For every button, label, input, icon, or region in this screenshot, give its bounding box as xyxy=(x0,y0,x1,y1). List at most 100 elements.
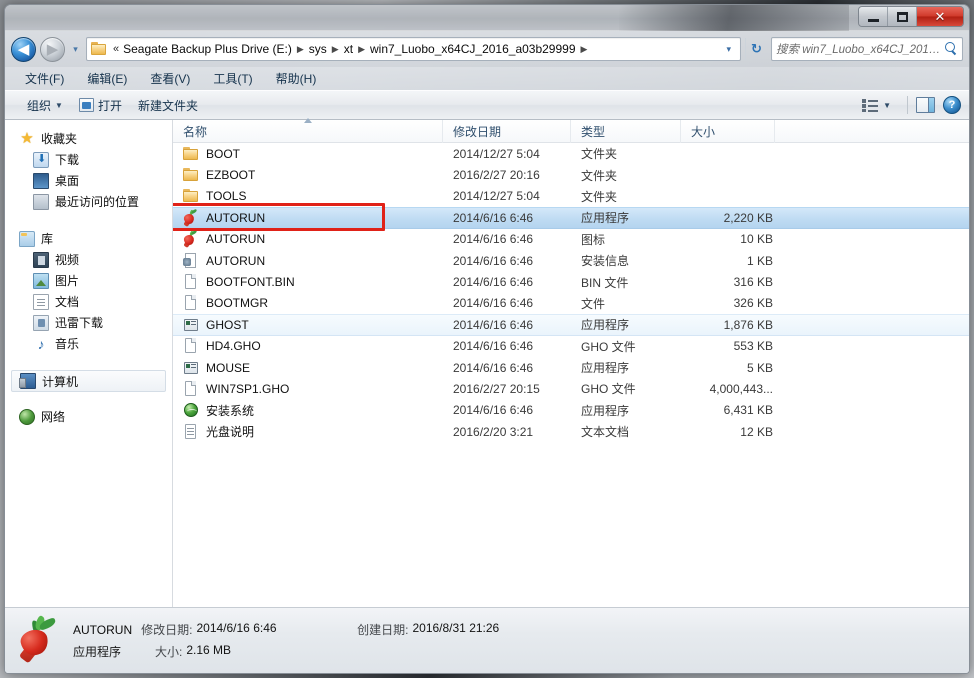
breadcrumb-overflow[interactable]: « xyxy=(110,41,120,57)
column-header-size[interactable]: 大小 xyxy=(681,120,775,143)
file-name: AUTORUN xyxy=(206,211,265,225)
sidebar-item-music[interactable]: ♪ 音乐 xyxy=(5,333,172,354)
table-row[interactable]: BOOTFONT.BIN2014/6/16 6:46BIN 文件316 KB xyxy=(173,271,969,292)
column-header-type[interactable]: 类型 xyxy=(571,120,681,143)
menu-item-tools[interactable]: 工具(T) xyxy=(210,68,255,89)
column-header-date[interactable]: 修改日期 xyxy=(443,120,571,143)
details-modified-label: 修改日期: xyxy=(141,621,192,638)
help-icon[interactable]: ? xyxy=(943,96,961,114)
sidebar-label-videos: 视频 xyxy=(55,251,79,268)
sidebar-item-pictures[interactable]: 图片 xyxy=(5,270,172,291)
title-bar[interactable]: ✕ xyxy=(5,5,969,31)
file-name: WIN7SP1.GHO xyxy=(206,382,289,396)
file-name-cell: 安装系统 xyxy=(183,402,453,419)
file-size: 553 KB xyxy=(691,339,785,353)
file-type: GHO 文件 xyxy=(581,338,691,355)
breadcrumb-separator[interactable]: ▶ xyxy=(295,44,306,55)
menu-item-file[interactable]: 文件(F) xyxy=(22,68,67,89)
minimize-button[interactable] xyxy=(859,7,888,26)
open-button[interactable]: 打开 xyxy=(71,94,130,117)
address-bar[interactable]: « Seagate Backup Plus Drive (E:) ▶ sys ▶… xyxy=(86,37,741,61)
preview-pane-icon[interactable] xyxy=(916,97,935,113)
command-bar: 组织 ▼ 打开 新建文件夹 ▼ ? xyxy=(5,90,969,120)
breadcrumb-separator[interactable]: ▶ xyxy=(330,44,341,55)
file-name: MOUSE xyxy=(206,361,250,375)
recent-pages-caret[interactable]: ▾ xyxy=(69,44,82,55)
file-type: 应用程序 xyxy=(581,359,691,376)
menu-item-help[interactable]: 帮助(H) xyxy=(273,68,320,89)
file-date: 2014/6/16 6:46 xyxy=(453,275,581,289)
sidebar-label-music: 音乐 xyxy=(55,335,79,352)
search-box[interactable]: 搜索 win7_Luobo_x64CJ_2016_a03... xyxy=(771,37,963,61)
breadcrumb-item-3[interactable]: win7_Luobo_x64CJ_2016_a03b29999 xyxy=(367,40,579,58)
sidebar-item-documents[interactable]: 文档 xyxy=(5,291,172,312)
file-name: GHOST xyxy=(206,318,249,332)
new-folder-button[interactable]: 新建文件夹 xyxy=(130,94,206,117)
file-name-cell: TOOLS xyxy=(183,188,453,204)
details-created-value: 2016/8/31 21:26 xyxy=(412,621,499,638)
file-date: 2016/2/27 20:15 xyxy=(453,382,581,396)
details-text: AUTORUN 修改日期: 2014/6/16 6:46 创建日期: 2016/… xyxy=(73,621,499,660)
column-headers: 名称 修改日期 类型 大小 xyxy=(173,120,969,143)
menu-item-edit[interactable]: 编辑(E) xyxy=(84,68,130,89)
breadcrumb-item-1[interactable]: sys xyxy=(306,40,330,58)
table-row[interactable]: HD4.GHO2014/6/16 6:46GHO 文件553 KB xyxy=(173,336,969,357)
file-type: 文件 xyxy=(581,295,691,312)
sidebar-item-recent-places[interactable]: 最近访问的位置 xyxy=(5,191,172,212)
search-icon xyxy=(944,42,958,56)
breadcrumb-item-2[interactable]: xt xyxy=(341,40,356,58)
sidebar-item-libraries[interactable]: 库 xyxy=(5,228,172,249)
back-button[interactable]: ◀ xyxy=(11,37,36,62)
file-list: BOOT2014/12/27 5:04文件夹EZBOOT2016/2/27 20… xyxy=(173,143,969,607)
menu-item-view[interactable]: 查看(V) xyxy=(147,68,193,89)
details-modified: 修改日期: 2014/6/16 6:46 xyxy=(141,621,357,638)
table-row[interactable]: EZBOOT2016/2/27 20:16文件夹 xyxy=(173,164,969,185)
forward-button[interactable]: ▶ xyxy=(40,37,65,62)
file-date: 2014/6/16 6:46 xyxy=(453,361,581,375)
breadcrumb-item-0[interactable]: Seagate Backup Plus Drive (E:) xyxy=(120,40,295,58)
table-row[interactable]: AUTORUN2014/6/16 6:46安装信息1 KB xyxy=(173,250,969,271)
file-icon xyxy=(183,274,199,290)
search-input[interactable]: 搜索 win7_Luobo_x64CJ_2016_a03... xyxy=(776,41,942,57)
column-header-name[interactable]: 名称 xyxy=(173,120,443,143)
sidebar-item-thunder-download[interactable]: 迅雷下载 xyxy=(5,312,172,333)
table-row[interactable]: 安装系统2014/6/16 6:46应用程序6,431 KB xyxy=(173,400,969,421)
table-row[interactable]: AUTORUN2014/6/16 6:46图标10 KB xyxy=(173,229,969,250)
file-list-pane: 名称 修改日期 类型 大小 BOOT2014/12/27 5:04文件夹EZBO… xyxy=(173,120,969,607)
file-icon xyxy=(183,381,199,397)
sidebar-item-favorites[interactable]: ★ 收藏夹 xyxy=(5,128,172,149)
organize-button[interactable]: 组织 ▼ xyxy=(19,94,71,117)
sidebar-item-computer[interactable]: 计算机 xyxy=(11,370,166,392)
sidebar-label-downloads: 下载 xyxy=(55,151,79,168)
table-row[interactable]: WIN7SP1.GHO2016/2/27 20:15GHO 文件4,000,44… xyxy=(173,378,969,399)
table-row[interactable]: BOOT2014/12/27 5:04文件夹 xyxy=(173,143,969,164)
file-name-cell: 光盘说明 xyxy=(183,423,453,440)
table-row[interactable]: AUTORUN2014/6/16 6:46应用程序2,220 KB xyxy=(173,207,969,228)
chevron-down-icon[interactable]: ▾ xyxy=(714,44,738,55)
column-header-name-label: 名称 xyxy=(183,123,207,140)
breadcrumb-separator[interactable]: ▶ xyxy=(356,44,367,55)
maximize-button[interactable] xyxy=(888,7,917,26)
explorer-window: ✕ ◀ ▶ ▾ « Seagate Backup Plus Drive (E:)… xyxy=(4,4,970,674)
close-button[interactable]: ✕ xyxy=(917,7,963,26)
sidebar-label-network: 网络 xyxy=(41,408,65,425)
sidebar-item-videos[interactable]: 视频 xyxy=(5,249,172,270)
file-date: 2014/12/27 5:04 xyxy=(453,189,581,203)
sidebar-item-desktop[interactable]: 桌面 xyxy=(5,170,172,191)
sidebar-item-network[interactable]: 网络 xyxy=(5,406,172,427)
table-row[interactable]: GHOST2014/6/16 6:46应用程序1,876 KB xyxy=(173,314,969,335)
breadcrumb-separator-end[interactable]: ▶ xyxy=(579,44,590,55)
details-created-label: 创建日期: xyxy=(357,621,408,638)
open-label: 打开 xyxy=(98,97,122,114)
table-row[interactable]: MOUSE2014/6/16 6:46应用程序5 KB xyxy=(173,357,969,378)
file-size: 1 KB xyxy=(691,254,785,268)
table-row[interactable]: BOOTMGR2014/6/16 6:46文件326 KB xyxy=(173,293,969,314)
change-view-button[interactable]: ▼ xyxy=(853,95,899,115)
sidebar-item-downloads[interactable]: 下载 xyxy=(5,149,172,170)
file-date: 2014/6/16 6:46 xyxy=(453,296,581,310)
table-row[interactable]: TOOLS2014/12/27 5:04文件夹 xyxy=(173,186,969,207)
menu-bar: 文件(F) 编辑(E) 查看(V) 工具(T) 帮助(H) xyxy=(5,67,969,90)
refresh-button[interactable]: ↻ xyxy=(745,38,767,60)
file-icon xyxy=(183,295,199,311)
table-row[interactable]: 光盘说明2016/2/20 3:21文本文档12 KB xyxy=(173,421,969,442)
